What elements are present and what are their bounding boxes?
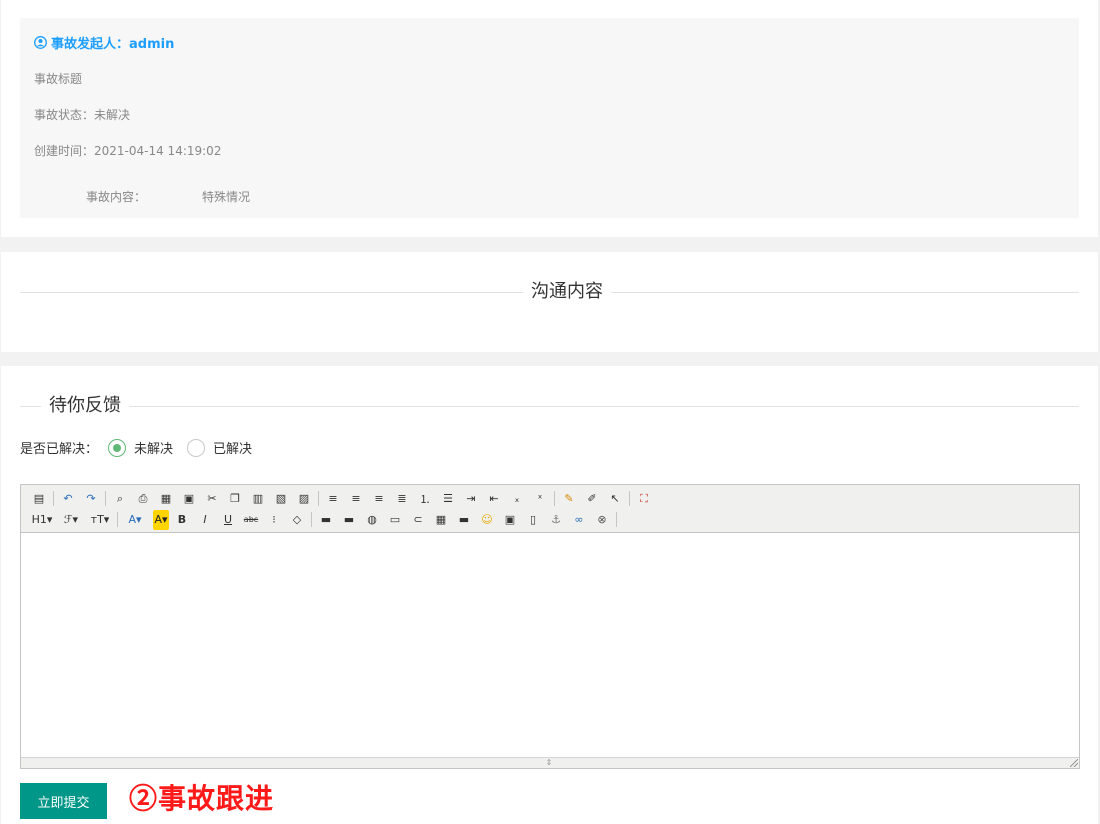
font-family-icon[interactable]: ℱ▾ [58, 510, 84, 530]
preview-icon[interactable]: ⌕ [110, 489, 130, 509]
initiator-text: 事故发起人：admin [51, 37, 175, 52]
redo-icon[interactable]: ↷ [81, 489, 101, 509]
communication-heading: 沟通内容 [523, 280, 611, 304]
link-icon[interactable]: ∞ [569, 510, 589, 530]
radio-resolved-label[interactable]: 已解决 [213, 438, 252, 457]
paste-icon[interactable]: ▥ [248, 489, 268, 509]
image-icon[interactable]: ▬ [316, 510, 336, 530]
unlink-icon[interactable]: ⊗ [592, 510, 612, 530]
anchor-icon[interactable]: ⚓ [546, 510, 566, 530]
snapscreen-icon[interactable]: ▣ [179, 489, 199, 509]
toolbar-separator [53, 491, 54, 506]
image-manager-icon[interactable]: ▣ [500, 510, 520, 530]
emoticon-icon[interactable]: ☺ [477, 510, 497, 530]
print-icon[interactable]: ⎙ [133, 489, 153, 509]
strikethrough-icon[interactable]: abc [241, 510, 261, 530]
editor-statusbar: ⇕ [21, 757, 1079, 768]
toolbar-row-1: ▤ ↶ ↷ ⌕ ⎙ ▦ ▣ ✂ ❐ ▥ ▧ ▨ ≡ ≡ ≡ ≣ ⒈ ☰ ⇥ ⇤ ₓ ˣ ✎ ✐ ↖ ⛶ [29, 488, 1079, 509]
pagebreak-icon[interactable]: ▯ [523, 510, 543, 530]
line-height-icon[interactable]: ⁝ [264, 510, 284, 530]
italic-icon[interactable]: I [195, 510, 215, 530]
incident-initiator: 事故发起人：admin [34, 33, 174, 52]
unordered-list-icon[interactable]: ☰ [438, 489, 458, 509]
heading-icon[interactable]: H1▾ [29, 510, 55, 530]
ordered-list-icon[interactable]: ⒈ [415, 489, 435, 509]
superscript-icon[interactable]: ˣ [530, 489, 550, 509]
align-justify-icon[interactable]: ≣ [392, 489, 412, 509]
format-painter-icon[interactable]: ✎ [559, 489, 579, 509]
underline-icon[interactable]: U [218, 510, 238, 530]
incident-info-box: 事故发起人：admin 事故标题 事故状态：未解决 创建时间：2021-04-1… [20, 18, 1079, 218]
incident-content-label: 事故内容： [86, 190, 147, 204]
rich-text-editor: ▤ ↶ ↷ ⌕ ⎙ ▦ ▣ ✂ ❐ ▥ ▧ ▨ ≡ ≡ ≡ ≣ ⒈ ☰ ⇥ ⇤ ₓ ˣ ✎ ✐ ↖ ⛶ H1▾ ℱ▾ тT▾ A▾ A▾ B… [20, 484, 1080, 769]
cut-icon[interactable]: ✂ [202, 489, 222, 509]
radio-resolved[interactable] [187, 438, 206, 457]
toolbar-separator [616, 512, 617, 527]
toolbar-row-2: H1▾ ℱ▾ тT▾ A▾ A▾ B I Uabc ⁝ ◇ ▬ ▬ ◍ ▭ ⊂ ▦ ▬ ☺ ▣ ▯ ⚓ ∞ ⊗ [29, 509, 1079, 530]
hr-icon[interactable]: ▬ [454, 510, 474, 530]
resolved-radio-group: 是否已解决： 未解决 已解决 [20, 438, 266, 457]
copy-icon[interactable]: ❐ [225, 489, 245, 509]
submit-button[interactable]: 立即提交 [20, 783, 107, 819]
resolved-question-label: 是否已解决： [20, 442, 99, 457]
table-icon[interactable]: ▦ [431, 510, 451, 530]
communication-card: 沟通内容 [1, 252, 1098, 352]
incident-created-time: 创建时间：2021-04-14 14:19:02 [34, 144, 222, 158]
annotation-label: ②事故跟进 [129, 782, 275, 815]
corner-resize-icon[interactable] [1070, 759, 1078, 767]
incident-content-value: 特殊情况 [202, 190, 251, 204]
template-icon[interactable]: ▦ [156, 489, 176, 509]
feedback-divider [20, 406, 1079, 407]
paste-word-icon[interactable]: ▨ [294, 489, 314, 509]
align-right-icon[interactable]: ≡ [369, 489, 389, 509]
toolbar-separator [311, 512, 312, 527]
align-left-icon[interactable]: ≡ [323, 489, 343, 509]
toolbar-separator [105, 491, 106, 506]
toolbar-separator [117, 512, 118, 527]
feedback-card: 待你反馈 是否已解决： 未解决 已解决 ▤ ↶ ↷ ⌕ ⎙ ▦ ▣ ✂ ❐ ▥ ▧ ▨ ≡ ≡ ≡ ≣ ⒈ ☰ ⇥ ⇤… [1, 366, 1098, 824]
incident-status: 事故状态：未解决 [34, 108, 131, 122]
multi-image-icon[interactable]: ▬ [339, 510, 359, 530]
incident-info-card: 事故发起人：admin 事故标题 事故状态：未解决 创建时间：2021-04-1… [1, 0, 1098, 237]
user-icon [34, 36, 47, 49]
toolbar-separator [629, 491, 630, 506]
outdent-icon[interactable]: ⇤ [484, 489, 504, 509]
flash-icon[interactable]: ◍ [362, 510, 382, 530]
attachment-icon[interactable]: ⊂ [408, 510, 428, 530]
paste-text-icon[interactable]: ▧ [271, 489, 291, 509]
bold-icon[interactable]: B [172, 510, 192, 530]
radio-unresolved[interactable] [108, 438, 127, 457]
resize-handle-icon[interactable]: ⇕ [541, 759, 557, 767]
source-icon[interactable]: ▤ [29, 489, 49, 509]
toolbar-separator [318, 491, 319, 506]
toolbar-separator [554, 491, 555, 506]
font-size-icon[interactable]: тT▾ [87, 510, 113, 530]
radio-unresolved-label[interactable]: 未解决 [134, 438, 173, 457]
undo-icon[interactable]: ↶ [58, 489, 78, 509]
subscript-icon[interactable]: ₓ [507, 489, 527, 509]
incident-title: 事故标题 [34, 72, 83, 86]
indent-icon[interactable]: ⇥ [461, 489, 481, 509]
select-all-icon[interactable]: ↖ [605, 489, 625, 509]
clear-format-icon[interactable]: ✐ [582, 489, 602, 509]
fullscreen-icon[interactable]: ⛶ [634, 489, 654, 509]
media-icon[interactable]: ▭ [385, 510, 405, 530]
highlight-icon[interactable]: A▾ [153, 509, 169, 530]
font-color-icon[interactable]: A▾ [122, 510, 148, 530]
align-center-icon[interactable]: ≡ [346, 489, 366, 509]
editor-content-area[interactable] [21, 533, 1079, 757]
feedback-heading: 待你反馈 [41, 394, 129, 418]
eraser-icon[interactable]: ◇ [287, 510, 307, 530]
editor-toolbar: ▤ ↶ ↷ ⌕ ⎙ ▦ ▣ ✂ ❐ ▥ ▧ ▨ ≡ ≡ ≡ ≣ ⒈ ☰ ⇥ ⇤ ₓ ˣ ✎ ✐ ↖ ⛶ H1▾ ℱ▾ тT▾ A▾ A▾ B… [21, 485, 1079, 533]
